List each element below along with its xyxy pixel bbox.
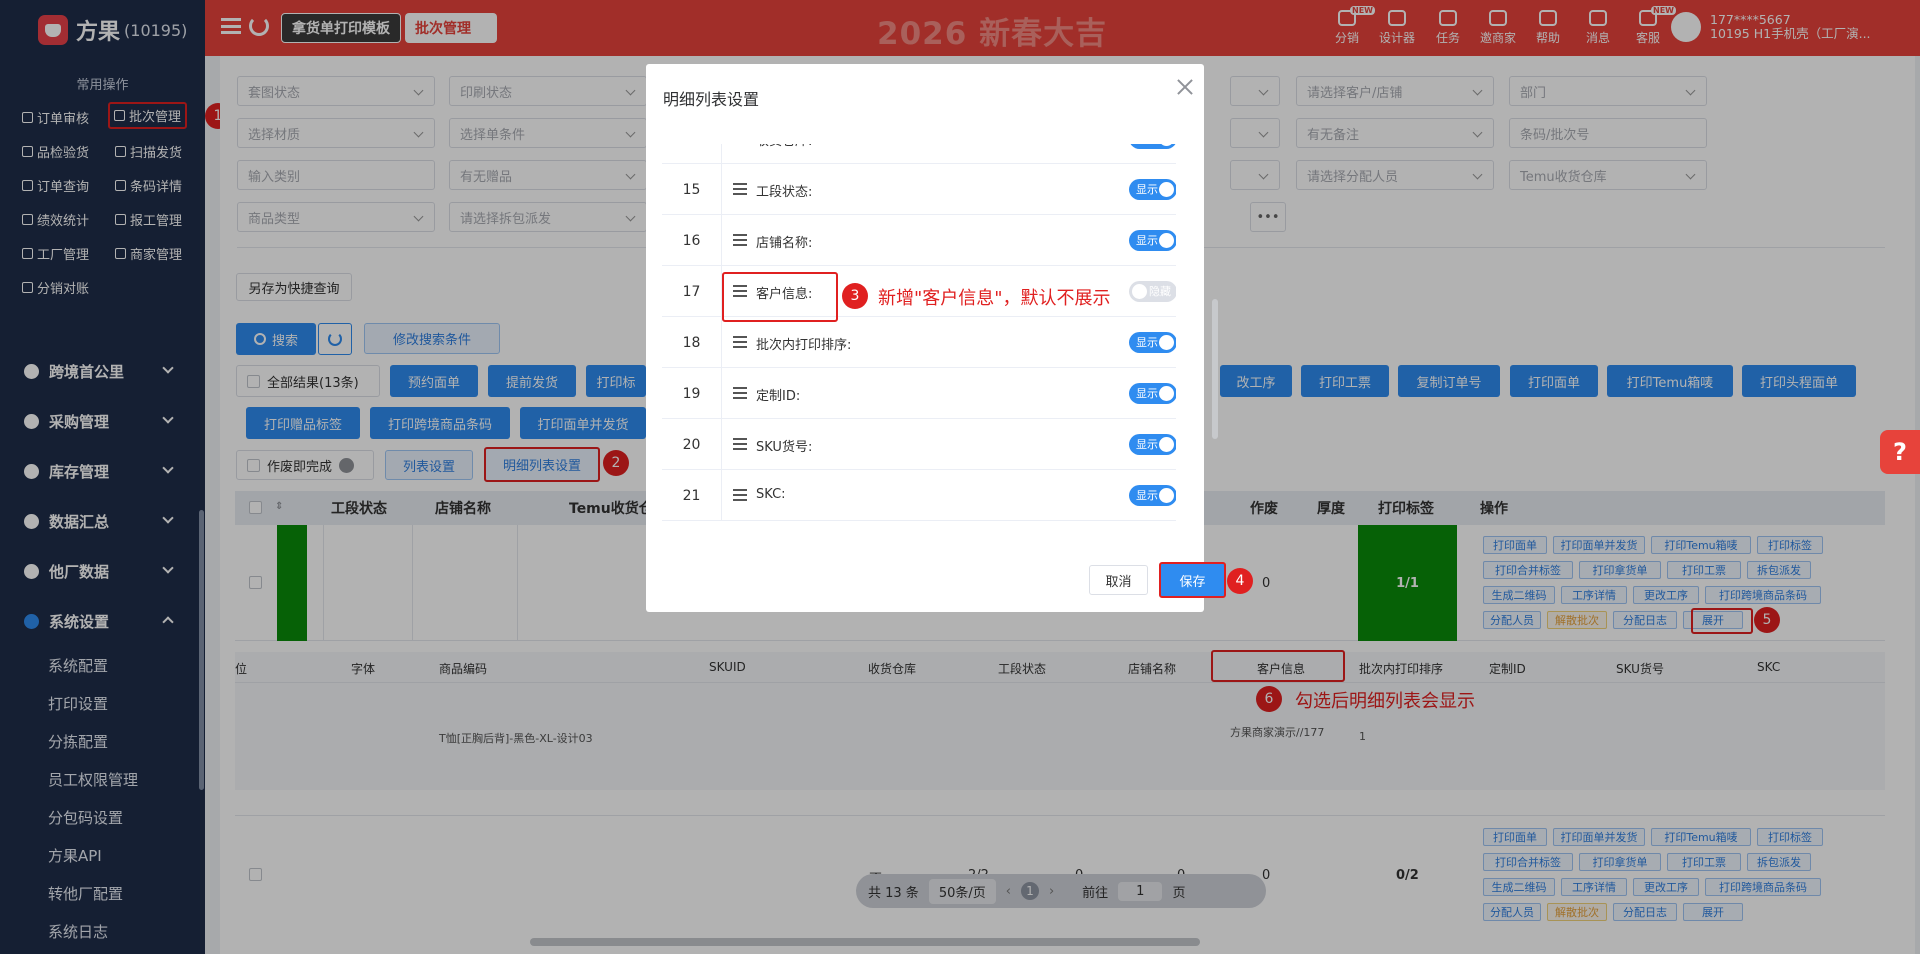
settings-list: 14收货仓库:显示15工段状态:显示16店铺名称:显示17客户信息:隐藏18批次… (662, 144, 1176, 590)
settings-row[interactable]: 21 SKC: 显示 (662, 470, 1176, 521)
drag-handle-icon[interactable] (733, 387, 747, 399)
settings-row[interactable]: 19 定制ID: 显示 (662, 368, 1176, 419)
row-index: 19 (662, 368, 722, 419)
help-floating-tab[interactable]: ? (1880, 430, 1920, 474)
close-icon[interactable] (1176, 78, 1194, 96)
visibility-toggle[interactable]: 显示 (1129, 383, 1176, 404)
dialog-title: 明细列表设置 (663, 90, 760, 109)
row-label: SKU货号: (756, 440, 813, 455)
visibility-toggle[interactable]: 显示 (1129, 332, 1176, 353)
annotation-badge-3: 3 (842, 283, 868, 309)
row-label: 批次内打印排序: (756, 338, 852, 353)
row-index: 21 (662, 470, 722, 521)
save-button[interactable]: 保存 (1159, 562, 1226, 598)
annotation-badge-4: 4 (1227, 568, 1253, 594)
visibility-toggle[interactable]: 显示 (1129, 434, 1176, 455)
settings-row[interactable]: 18 批次内打印排序: 显示 (662, 317, 1176, 368)
visibility-toggle[interactable]: 显示 (1129, 485, 1176, 506)
drag-handle-icon[interactable] (733, 438, 747, 450)
dialog-scrollbar[interactable] (1212, 299, 1218, 439)
visibility-toggle[interactable]: 隐藏 (1129, 281, 1176, 302)
detail-list-settings-dialog: 明细列表设置 14收货仓库:显示15工段状态:显示16店铺名称:显示17客户信息… (646, 64, 1226, 612)
cancel-button[interactable]: 取消 (1089, 565, 1148, 595)
row-index: 18 (662, 317, 722, 368)
settings-row[interactable]: 20 SKU货号: 显示 (662, 419, 1176, 470)
visibility-toggle[interactable]: 显示 (1129, 230, 1176, 251)
visibility-toggle[interactable]: 显示 (1129, 144, 1176, 149)
row-index: 15 (662, 164, 722, 215)
drag-handle-icon[interactable] (733, 489, 747, 501)
visibility-toggle[interactable]: 显示 (1129, 179, 1176, 200)
row-index: 20 (662, 419, 722, 470)
row-label: SKC: (756, 487, 786, 502)
row-label: 工段状态: (756, 185, 813, 200)
row-label: 店铺名称: (756, 236, 813, 251)
row-index: 16 (662, 215, 722, 266)
settings-row[interactable]: 14 收货仓库: 显示 (662, 144, 1176, 164)
customer-info-row-highlight (722, 272, 838, 322)
row-label: 收货仓库: (756, 144, 812, 149)
row-label: 定制ID: (756, 389, 801, 404)
annotation-note-3: 新增"客户信息"，默认不展示 (878, 288, 1111, 309)
drag-handle-icon[interactable] (733, 183, 747, 195)
settings-row[interactable]: 16 店铺名称: 显示 (662, 215, 1176, 266)
row-index: 14 (662, 144, 722, 164)
row-index: 17 (662, 266, 722, 317)
drag-handle-icon[interactable] (733, 234, 747, 246)
settings-row[interactable]: 15 工段状态: 显示 (662, 164, 1176, 215)
drag-handle-icon[interactable] (733, 336, 747, 348)
